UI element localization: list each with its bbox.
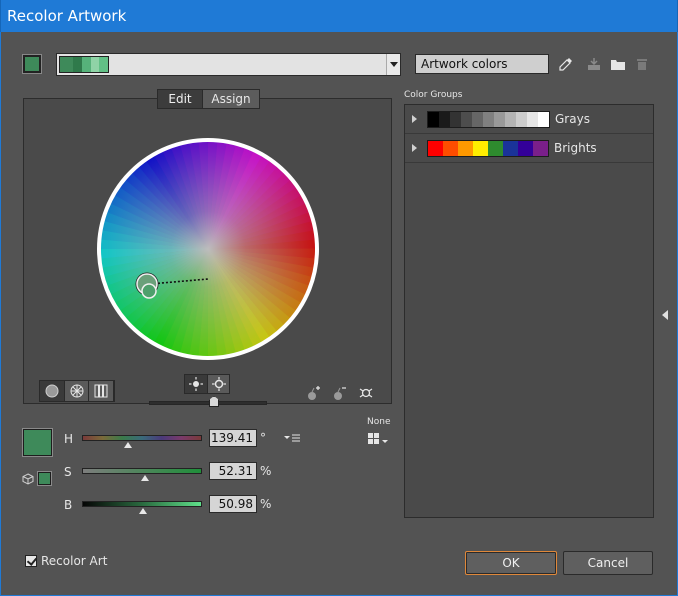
folder-icon[interactable] bbox=[609, 55, 627, 73]
group-swatch[interactable] bbox=[488, 140, 503, 156]
color-tools bbox=[305, 384, 381, 402]
color-group-swatches bbox=[427, 139, 549, 157]
group-swatch[interactable] bbox=[439, 111, 450, 127]
strip-color-cell[interactable] bbox=[60, 57, 74, 72]
hue-slider-thumb[interactable] bbox=[124, 442, 133, 448]
expand-triangle-icon[interactable] bbox=[412, 144, 417, 152]
saturation-slider-thumb[interactable] bbox=[140, 475, 149, 481]
swatch-library-icon[interactable] bbox=[367, 432, 389, 449]
recolor-art-option[interactable]: Recolor Art bbox=[25, 554, 107, 568]
title-bar: Recolor Artwork bbox=[0, 0, 678, 32]
color-wheel[interactable] bbox=[95, 136, 321, 362]
recolor-dialog: Artwork colors Edit Assign H 139.41 ° S … bbox=[0, 32, 678, 596]
group-swatch[interactable] bbox=[428, 140, 443, 156]
active-color-swatch[interactable] bbox=[22, 54, 42, 74]
saturation-value-field[interactable]: 52.31 bbox=[209, 462, 257, 480]
slider-menu-icon[interactable] bbox=[284, 432, 300, 446]
strip-color-cell[interactable] bbox=[73, 57, 83, 72]
hue-slider[interactable] bbox=[82, 435, 202, 441]
group-swatch[interactable] bbox=[516, 111, 527, 127]
recolor-art-checkbox[interactable] bbox=[25, 555, 37, 567]
group-swatch[interactable] bbox=[494, 111, 505, 127]
wheel-brightness-slider[interactable] bbox=[149, 401, 267, 405]
window-title: Recolor Artwork bbox=[7, 7, 127, 25]
brightness-unit: % bbox=[260, 497, 272, 511]
cancel-button[interactable]: Cancel bbox=[563, 551, 653, 575]
hue-unit: ° bbox=[260, 431, 266, 445]
color-group-name-field[interactable]: Artwork colors bbox=[415, 54, 549, 74]
swatch-library-label: None bbox=[367, 417, 391, 427]
color-groups-panel: Grays Brights bbox=[404, 104, 654, 518]
group-swatch[interactable] bbox=[527, 111, 538, 127]
recolor-art-label: Recolor Art bbox=[41, 554, 108, 568]
color-group-row[interactable]: Grays bbox=[405, 105, 653, 134]
group-swatch[interactable] bbox=[483, 111, 494, 127]
group-swatch[interactable] bbox=[458, 140, 473, 156]
brightness-label: B bbox=[64, 498, 73, 512]
hue-label: H bbox=[64, 432, 74, 446]
smooth-wheel-icon[interactable] bbox=[40, 381, 65, 401]
remove-color-tool-icon[interactable] bbox=[331, 384, 349, 402]
group-swatch[interactable] bbox=[472, 111, 483, 127]
hue-value-field[interactable]: 139.41 bbox=[209, 429, 257, 447]
group-swatch[interactable] bbox=[450, 111, 461, 127]
tab-edit[interactable]: Edit bbox=[158, 90, 202, 108]
expand-triangle-icon[interactable] bbox=[412, 115, 417, 123]
color-group-swatches bbox=[427, 110, 550, 128]
group-swatch[interactable] bbox=[503, 140, 518, 156]
cube-icon[interactable] bbox=[22, 473, 34, 488]
strip-color-cell[interactable] bbox=[82, 57, 91, 72]
saturation-label: S bbox=[64, 465, 72, 479]
group-swatch[interactable] bbox=[473, 140, 488, 156]
group-swatch[interactable] bbox=[428, 111, 439, 127]
trash-icon[interactable] bbox=[633, 55, 651, 73]
harmony-rules-dropdown[interactable] bbox=[56, 53, 401, 76]
eyedropper-icon[interactable] bbox=[557, 55, 575, 73]
brightness-slider-thumb[interactable] bbox=[139, 508, 148, 514]
segmented-wheel-icon[interactable] bbox=[64, 381, 90, 401]
color-group-name: Brights bbox=[554, 141, 597, 155]
add-color-tool-icon[interactable] bbox=[305, 384, 323, 402]
group-swatch[interactable] bbox=[461, 111, 472, 127]
save-group-icon[interactable] bbox=[585, 55, 603, 73]
group-swatch[interactable] bbox=[538, 111, 549, 127]
show-brightness-icon[interactable] bbox=[185, 375, 207, 393]
color-group-name: Grays bbox=[555, 112, 590, 126]
collapse-panel-icon[interactable] bbox=[662, 310, 668, 320]
brightness-value-field[interactable]: 50.98 bbox=[209, 495, 257, 513]
color-groups-title: Color Groups bbox=[404, 90, 463, 100]
group-swatch[interactable] bbox=[443, 140, 458, 156]
wheel-mode-toggle bbox=[39, 380, 115, 402]
brightness-saturation-toggle bbox=[184, 374, 230, 394]
ok-button[interactable]: OK bbox=[465, 551, 557, 575]
show-saturation-icon[interactable] bbox=[207, 375, 229, 393]
color-bars-icon[interactable] bbox=[89, 381, 115, 401]
link-harmony-colors-icon[interactable] bbox=[357, 384, 375, 402]
strip-color-cell[interactable] bbox=[90, 57, 100, 72]
group-swatch[interactable] bbox=[518, 140, 533, 156]
tab-assign[interactable]: Assign bbox=[202, 90, 259, 108]
brightness-slider[interactable] bbox=[82, 501, 202, 507]
group-swatch[interactable] bbox=[533, 140, 548, 156]
group-swatch[interactable] bbox=[505, 111, 516, 127]
saturation-slider[interactable] bbox=[82, 468, 202, 474]
web-safe-swatch[interactable] bbox=[37, 471, 52, 486]
color-group-row[interactable]: Brights bbox=[405, 134, 653, 163]
saturation-unit: % bbox=[260, 464, 272, 478]
edit-assign-tabs: Edit Assign bbox=[157, 89, 260, 109]
strip-color-cell[interactable] bbox=[99, 57, 108, 72]
selected-color-swatch[interactable] bbox=[22, 428, 53, 457]
chevron-down-icon[interactable] bbox=[386, 54, 400, 75]
current-colors-strip bbox=[59, 56, 109, 73]
